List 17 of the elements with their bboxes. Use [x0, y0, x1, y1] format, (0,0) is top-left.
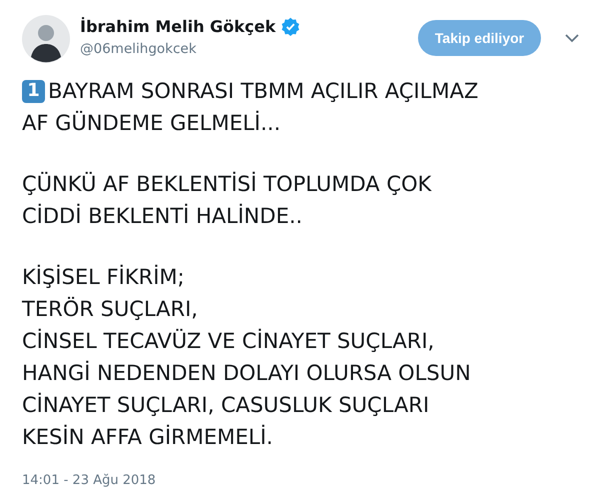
follow-button[interactable]: Takip ediliyor — [418, 20, 541, 56]
tweet-text-line: KİŞİSEL FİKRİM; — [22, 264, 184, 291]
tweet-text-line: BAYRAM SONRASI TBMM AÇILIR AÇILMAZ — [48, 78, 478, 105]
tweet-text-line: HANGİ NEDENDEN DOLAYI OLURSA OLSUN — [22, 360, 471, 387]
author-name[interactable]: İbrahim Melih Gökçek — [80, 17, 276, 36]
tweet-text-line: TERÖR SUÇLARI, — [22, 296, 198, 323]
avatar[interactable] — [22, 15, 70, 63]
tweet-timestamp[interactable]: 14:01 - 23 Ağu 2018 — [22, 473, 587, 488]
tweet-text-line: ÇÜNKÜ AF BEKLENTİSİ TOPLUMDA ÇOK — [22, 170, 432, 198]
chevron-down-icon[interactable] — [565, 33, 579, 43]
tweet-text-line: CİNAYET SUÇLARI, CASUSLUK SUÇLARI — [22, 392, 430, 419]
keycap-badge: 1 — [22, 80, 45, 102]
tweet-text-line: CİNSEL TECAVÜZ VE CİNAYET SUÇLARI, — [22, 328, 434, 355]
author-handle[interactable]: @06melihgokcek — [80, 41, 300, 57]
tweet-text-line: KESİN AFFA GİRMEMELİ. — [22, 424, 273, 451]
tweet-text-line: CİDDİ BEKLENTİ HALİNDE.. — [22, 202, 302, 230]
tweet-text-line: AF GÜNDEME GELMELİ... — [22, 110, 281, 137]
